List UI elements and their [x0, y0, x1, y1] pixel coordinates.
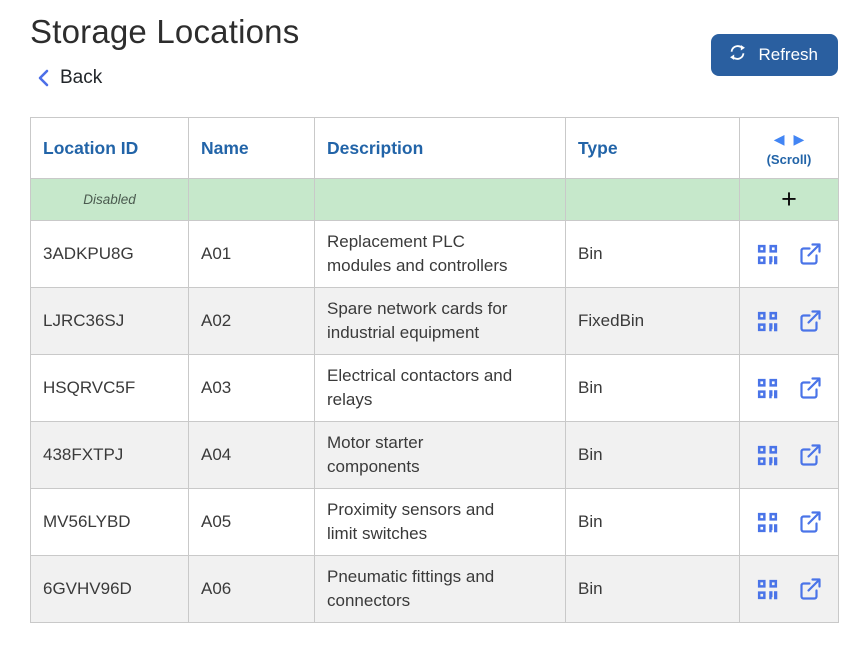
external-link-icon [798, 242, 822, 266]
table-row: HSQRVC5F A03 Electrical contactors and r… [31, 355, 839, 422]
qr-code-icon [756, 511, 779, 534]
qr-code-icon [756, 243, 779, 266]
actions-cell [740, 355, 839, 422]
qr-code-button[interactable] [756, 377, 779, 400]
qr-code-button[interactable] [756, 243, 779, 266]
scroll-left-icon[interactable]: ◀ [774, 132, 785, 146]
description-cell: Motor starter components [315, 422, 566, 489]
header-description: Description [315, 118, 566, 179]
add-cell: + [740, 179, 839, 221]
qr-code-icon [756, 578, 779, 601]
external-link-icon [798, 443, 822, 467]
back-label: Back [60, 67, 102, 89]
qr-code-icon [756, 444, 779, 467]
location-id-cell: 438FXTPJ [31, 422, 189, 489]
back-chevron-icon [35, 68, 53, 88]
add-location-button[interactable]: + [781, 186, 797, 213]
locations-table: Location ID Name Description Type ◀ ▶ (S… [30, 117, 838, 623]
location-id-cell: HSQRVC5F [31, 355, 189, 422]
refresh-label: Refresh [758, 45, 818, 65]
type-cell: Bin [566, 556, 740, 623]
type-cell: Bin [566, 489, 740, 556]
header-row: Location ID Name Description Type ◀ ▶ (S… [31, 118, 839, 179]
scroll-right-icon[interactable]: ▶ [794, 132, 805, 146]
header-name: Name [189, 118, 315, 179]
qr-code-icon [756, 377, 779, 400]
empty-cell [189, 179, 315, 221]
qr-code-button[interactable] [756, 511, 779, 534]
open-location-button[interactable] [798, 577, 822, 601]
table-row: 3ADKPU8G A01 Replacement PLC modules and… [31, 221, 839, 288]
name-cell: A01 [189, 221, 315, 288]
location-id-cell: MV56LYBD [31, 489, 189, 556]
actions-cell [740, 221, 839, 288]
empty-cell [566, 179, 740, 221]
location-id-cell: 6GVHV96D [31, 556, 189, 623]
table-row: 438FXTPJ A04 Motor starter components Bi… [31, 422, 839, 489]
type-cell: Bin [566, 221, 740, 288]
description-cell: Proximity sensors and limit switches [315, 489, 566, 556]
external-link-icon [798, 577, 822, 601]
qr-code-button[interactable] [756, 578, 779, 601]
empty-cell [315, 179, 566, 221]
description-cell: Pneumatic fittings and connectors [315, 556, 566, 623]
description-cell: Spare network cards for industrial equip… [315, 288, 566, 355]
header-type: Type [566, 118, 740, 179]
open-location-button[interactable] [798, 242, 822, 266]
external-link-icon [798, 376, 822, 400]
type-cell: Bin [566, 422, 740, 489]
type-cell: FixedBin [566, 288, 740, 355]
location-id-cell: 3ADKPU8G [31, 221, 189, 288]
storage-locations-page: Storage Locations Back Refresh [30, 0, 838, 623]
refresh-button[interactable]: Refresh [711, 34, 838, 76]
header-location-id: Location ID [31, 118, 189, 179]
refresh-icon [728, 43, 747, 67]
name-cell: A05 [189, 489, 315, 556]
actions-cell [740, 422, 839, 489]
disabled-cell: Disabled [31, 179, 189, 221]
disabled-label: Disabled [43, 192, 176, 207]
open-location-button[interactable] [798, 376, 822, 400]
disabled-insert-row: Disabled + [31, 179, 839, 221]
table-row: LJRC36SJ A02 Spare network cards for ind… [31, 288, 839, 355]
qr-code-button[interactable] [756, 444, 779, 467]
back-link[interactable]: Back [35, 67, 102, 89]
actions-cell [740, 489, 839, 556]
qr-code-icon [756, 310, 779, 333]
open-location-button[interactable] [798, 443, 822, 467]
actions-cell [740, 288, 839, 355]
table-row: MV56LYBD A05 Proximity sensors and limit… [31, 489, 839, 556]
description-cell: Electrical contactors and relays [315, 355, 566, 422]
scroll-label: (Scroll) [744, 152, 834, 167]
name-cell: A06 [189, 556, 315, 623]
open-location-button[interactable] [798, 510, 822, 534]
qr-code-button[interactable] [756, 310, 779, 333]
external-link-icon [798, 510, 822, 534]
table-body: 3ADKPU8G A01 Replacement PLC modules and… [31, 221, 839, 623]
name-cell: A04 [189, 422, 315, 489]
type-cell: Bin [566, 355, 740, 422]
table-row: 6GVHV96D A06 Pneumatic fittings and conn… [31, 556, 839, 623]
header-scroll: ◀ ▶ (Scroll) [740, 118, 839, 179]
name-cell: A03 [189, 355, 315, 422]
external-link-icon [798, 309, 822, 333]
name-cell: A02 [189, 288, 315, 355]
open-location-button[interactable] [798, 309, 822, 333]
actions-cell [740, 556, 839, 623]
description-cell: Replacement PLC modules and controllers [315, 221, 566, 288]
location-id-cell: LJRC36SJ [31, 288, 189, 355]
